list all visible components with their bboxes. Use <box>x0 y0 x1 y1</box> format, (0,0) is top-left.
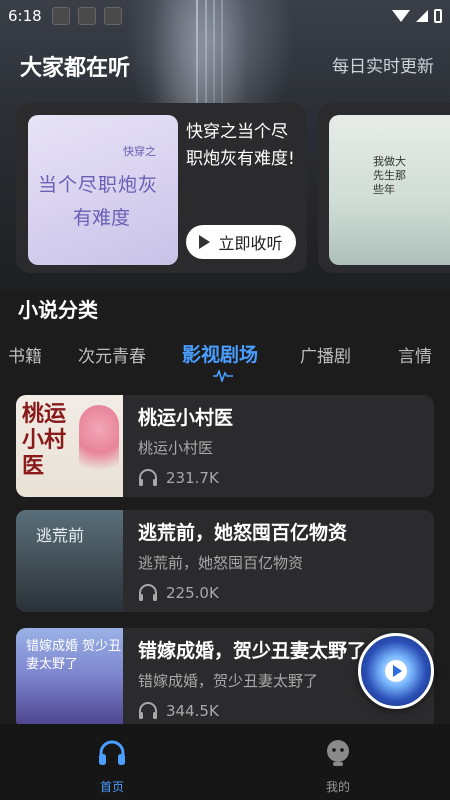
list-item[interactable]: 逃荒前 逃荒前，她怒囤百亿物资 逃荒前，她怒囤百亿物资 225.0K <box>16 510 434 612</box>
signal-icon <box>416 10 428 22</box>
book-subtitle: 逃荒前，她怒囤百亿物资 <box>138 554 304 572</box>
notification-icon <box>51 7 70 25</box>
headphone-icon <box>139 469 157 486</box>
nav-home-label: 首页 <box>99 780 124 794</box>
wifi-icon <box>392 10 410 22</box>
section-title-popular: 大家都在听 <box>20 56 131 81</box>
active-tab-indicator-icon <box>213 370 233 382</box>
play-count: 344.5K <box>166 702 219 720</box>
cover-mark: 快穿之 <box>123 145 156 158</box>
play-icon <box>199 235 211 249</box>
book-title: 逃荒前，她怒囤百亿物资 <box>138 522 348 544</box>
book-subtitle: 桃运小村医 <box>138 439 214 457</box>
play-icon <box>385 660 407 682</box>
featured-title[interactable]: 快穿之当个尽职炮灰有难度! <box>186 119 296 173</box>
featured-cover[interactable]: 快穿之 当个尽职炮灰 有难度 <box>28 115 178 265</box>
battery-icon <box>434 9 442 23</box>
app-icon <box>103 7 122 25</box>
cover-title-line: 有难度 <box>73 207 131 229</box>
update-note: 每日实时更新 <box>332 57 434 77</box>
nav-mine[interactable]: 我的 <box>308 738 368 795</box>
book-cover[interactable]: 逃荒前 <box>16 510 123 612</box>
blossom-decoration <box>79 405 119 485</box>
nav-home[interactable]: 首页 <box>82 738 142 795</box>
list-item[interactable]: 桃运小村医 桃运小村医 桃运小村医 231.7K <box>16 395 434 497</box>
headphone-icon <box>139 584 157 601</box>
cover-title-line: 当个尽职炮灰 <box>38 174 159 196</box>
tab-romance[interactable]: 言情 <box>398 342 432 367</box>
cover-title: 错嫁成婚 贺少丑妻太野了 <box>26 639 122 672</box>
headphone-icon <box>99 740 125 765</box>
tab-drama[interactable]: 影视剧场 <box>182 340 258 367</box>
book-title: 桃运小村医 <box>138 407 234 429</box>
tab-youth[interactable]: 次元青春 <box>78 342 146 367</box>
profile-icon <box>327 740 349 766</box>
status-bar: 6:18 <box>0 0 450 32</box>
app-icon <box>77 7 96 25</box>
floating-player-button[interactable] <box>358 633 434 709</box>
cover-title: 逃荒前 <box>36 526 85 545</box>
tab-books[interactable]: 书籍 <box>8 342 42 367</box>
listen-now-button[interactable]: 立即收听 <box>186 225 296 259</box>
book-cover[interactable]: 桃运小村医 <box>16 395 123 497</box>
cover-title: 桃运小村医 <box>22 401 67 479</box>
category-title: 小说分类 <box>18 298 98 322</box>
cover-title: 我做大先生那些年 <box>373 155 406 196</box>
featured-card-next[interactable]: 我做大先生那些年 <box>318 103 450 273</box>
nav-mine-label: 我的 <box>325 780 350 794</box>
headphone-icon <box>139 702 157 719</box>
book-cover[interactable]: 错嫁成婚 贺少丑妻太野了 <box>16 628 123 730</box>
featured-card[interactable]: 快穿之 当个尽职炮灰 有难度 快穿之当个尽职炮灰有难度! 立即收听 <box>16 103 307 273</box>
listen-now-label: 立即收听 <box>218 234 283 253</box>
book-subtitle: 错嫁成婚，贺少丑妻太野了 <box>138 672 319 690</box>
play-count: 231.7K <box>166 469 219 487</box>
play-count: 225.0K <box>166 584 219 602</box>
tab-radio-drama[interactable]: 广播剧 <box>300 342 351 367</box>
book-title: 错嫁成婚，贺少丑妻太野了 <box>138 640 367 662</box>
status-time: 6:18 <box>8 7 42 25</box>
bottom-nav: 首页 我的 <box>0 724 450 800</box>
featured-cover[interactable]: 我做大先生那些年 <box>329 115 450 265</box>
